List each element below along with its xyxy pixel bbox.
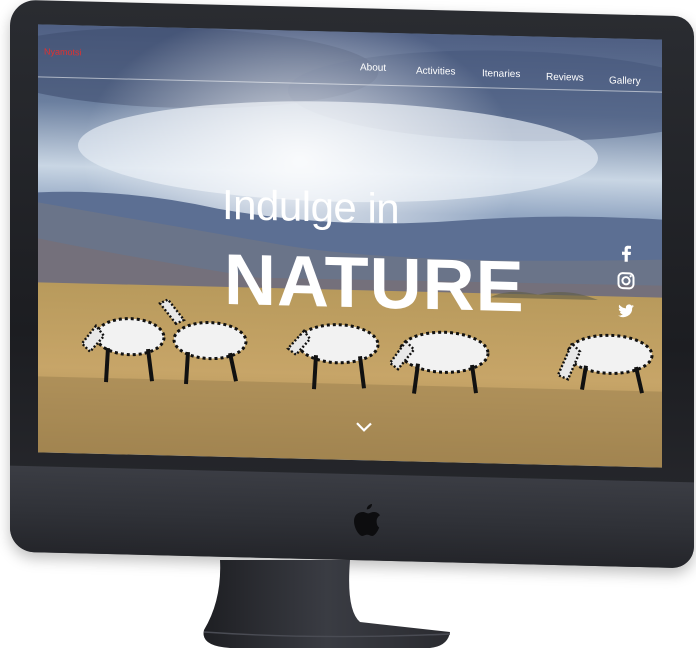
nav-link-gallery[interactable]: Gallery: [609, 75, 641, 87]
nav-link-about[interactable]: About: [360, 62, 386, 74]
chevron-down-icon[interactable]: [354, 420, 374, 434]
twitter-icon[interactable]: [616, 301, 636, 321]
hero-headline-line2: NATURE: [224, 239, 525, 328]
imac-stand: [203, 560, 450, 648]
nav-link-itenaries[interactable]: Itenaries: [482, 68, 520, 80]
hero-headline-line1: Indulge in: [222, 180, 400, 233]
brand-logo-text[interactable]: Nyamotsi: [44, 47, 82, 58]
nav-link-reviews[interactable]: Reviews: [546, 72, 584, 84]
website-screen: Nyamotsi About Activities Itenaries Revi…: [38, 24, 662, 468]
facebook-icon[interactable]: [616, 243, 636, 263]
nav-link-activities[interactable]: Activities: [416, 66, 455, 78]
instagram-icon[interactable]: [616, 271, 636, 291]
apple-logo-icon: [354, 504, 380, 536]
